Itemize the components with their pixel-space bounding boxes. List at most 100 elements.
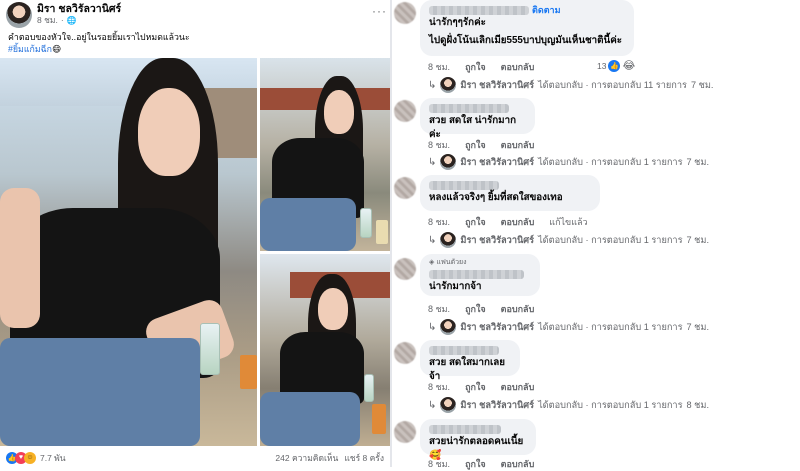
- comment-time[interactable]: 8 ชม.: [428, 302, 450, 316]
- author-mini-avatar: [440, 154, 457, 170]
- reply-arrow-icon: ↳: [428, 79, 437, 91]
- comments-count[interactable]: 242 ความคิดเห็น: [275, 451, 338, 465]
- like-reaction-icon: 👍: [608, 59, 621, 72]
- comment-text: หลงแล้วจริงๆ ยิ้มที่สดใสของเทอ: [429, 192, 563, 203]
- reply-summary-text: ได้ตอบกลับ · การตอบกลับ 1 รายการ: [538, 234, 683, 245]
- photo-top-right[interactable]: [260, 58, 390, 251]
- author-mini-avatar: [440, 232, 457, 248]
- reply-arrow-icon: ↳: [428, 234, 437, 246]
- comment-actions: 8 ชม. ถูกใจ ตอบกลับ แก้ไขแล้ว: [428, 215, 588, 229]
- commenter-avatar[interactable]: [394, 2, 416, 24]
- comment-bubble: ◈ แฟนตัวยง น่ารักมากจ้า: [420, 254, 540, 296]
- comment-actions: 8 ชม. ถูกใจ ตอบกลับ: [428, 457, 534, 471]
- comment-actions: 8 ชม. ถูกใจ ตอบกลับ: [428, 302, 534, 316]
- reply-author: มิรา ชลวิรัลวานิศร์: [460, 399, 535, 410]
- comment-time[interactable]: 8 ชม.: [428, 138, 450, 152]
- commenter-avatar[interactable]: [394, 177, 416, 199]
- commenter-name[interactable]: [429, 179, 591, 191]
- reply-button[interactable]: ตอบกลับ: [501, 380, 535, 394]
- post-meta: มิรา ชลวิรัลวานิศร์ 8 ชม. · 🌐: [37, 4, 121, 26]
- shares-count[interactable]: แชร์ 8 ครั้ง: [344, 451, 384, 465]
- top-fan-badge: ◈ แฟนตัวยง: [429, 259, 467, 266]
- photo-bottom-right[interactable]: [260, 254, 390, 446]
- reply-arrow-icon: ↳: [428, 156, 437, 168]
- comment-actions: 8 ชม. ถูกใจ ตอบกลับ: [428, 138, 534, 152]
- haha-reaction-icon: ☺: [24, 451, 36, 464]
- facebook-post: มิรา ชลวิรัลวานิศร์ 8 ชม. · 🌐 ··· คำตอบข…: [0, 0, 390, 467]
- post-time-row: 8 ชม. · 🌐: [37, 15, 77, 26]
- photo-grid: [0, 58, 390, 446]
- commenter-name[interactable]: [429, 268, 531, 280]
- footer-counts: 242 ความคิดเห็น แชร์ 8 ครั้ง: [275, 451, 384, 465]
- author-mini-avatar: [440, 77, 457, 93]
- hashtag-emoji: 😄: [51, 44, 62, 54]
- like-button[interactable]: ถูกใจ: [465, 138, 486, 152]
- reactions-count[interactable]: 7.7 พัน: [40, 451, 66, 465]
- like-button[interactable]: ถูกใจ: [465, 380, 486, 394]
- comment-time[interactable]: 8 ชม.: [428, 380, 450, 394]
- like-button[interactable]: ถูกใจ: [465, 215, 486, 229]
- like-button[interactable]: ถูกใจ: [465, 60, 486, 74]
- photo-main[interactable]: [0, 58, 257, 446]
- commenter-name[interactable]: [429, 344, 511, 356]
- reply-summary[interactable]: ↳ มิรา ชลวิรัลวานิศร์ ได้ตอบกลับ · การตอ…: [428, 154, 709, 170]
- reply-author: มิรา ชลวิรัลวานิศร์: [460, 321, 535, 332]
- author-mini-avatar: [440, 319, 457, 335]
- reply-summary-time: 7 ชม.: [686, 156, 710, 167]
- reply-button[interactable]: ตอบกลับ: [501, 60, 535, 74]
- globe-icon: 🌐: [66, 16, 77, 25]
- reply-arrow-icon: ↳: [428, 321, 437, 333]
- post-caption: คำตอบของหัวใจ..อยู่ในรอยยิ้มเราไปหมดแล้ว…: [8, 31, 190, 55]
- comment-bubble: สวย สดใส น่ารักมากค่ะ: [420, 98, 535, 140]
- reply-summary[interactable]: ↳ มิรา ชลวิรัลวานิศร์ ได้ตอบกลับ · การตอ…: [428, 232, 709, 248]
- reply-summary-time: 8 ชม.: [686, 399, 710, 410]
- commenter-avatar[interactable]: [394, 342, 416, 364]
- comment-bubble: สวยน่ารักตลอดคนเนี้ย🥰: [420, 419, 536, 461]
- commenter-avatar[interactable]: [394, 258, 416, 280]
- comment-time[interactable]: 8 ชม.: [428, 215, 450, 229]
- comments-panel: ติดตาม น่ารักๆๆรักค่ะ ไปดูฝั่งโน้นเลิกเม…: [392, 0, 800, 469]
- comment-bubble: หลงแล้วจริงๆ ยิ้มที่สดใสของเทอ: [420, 175, 600, 211]
- reply-summary[interactable]: ↳ มิรา ชลวิรัลวานิศร์ ได้ตอบกลับ · การตอ…: [428, 397, 709, 413]
- reply-button[interactable]: ตอบกลับ: [501, 302, 535, 316]
- comment-bubble: สวย สดใสมากเลยจ้า: [420, 340, 520, 382]
- comment-actions: 8 ชม. ถูกใจ ตอบกลับ: [428, 380, 534, 394]
- post-author-name[interactable]: มิรา ชลวิรัลวานิศร์: [37, 4, 121, 15]
- reply-author: มิรา ชลวิรัลวานิศร์: [460, 234, 535, 245]
- comment-reactions[interactable]: 13 👍 😂: [597, 59, 635, 72]
- commenter-avatar[interactable]: [394, 100, 416, 122]
- commenter-name[interactable]: [429, 102, 526, 114]
- reply-summary-text: ได้ตอบกลับ · การตอบกลับ 11 รายการ: [538, 79, 687, 90]
- reply-button[interactable]: ตอบกลับ: [501, 138, 535, 152]
- comment-time[interactable]: 8 ชม.: [428, 60, 450, 74]
- post-hashtag[interactable]: #ยิ้มแก้มฉีก: [8, 44, 52, 54]
- like-button[interactable]: ถูกใจ: [465, 457, 486, 471]
- post-footer: 👍 ♥ ☺ 7.7 พัน 242 ความคิดเห็น แชร์ 8 ครั…: [0, 448, 390, 467]
- post-header: มิรา ชลวิรัลวานิศร์ 8 ชม. · 🌐: [6, 2, 121, 28]
- edited-label: แก้ไขแล้ว: [549, 217, 588, 227]
- reply-summary[interactable]: ↳ มิรา ชลวิรัลวานิศร์ ได้ตอบกลับ · การตอ…: [428, 319, 709, 335]
- follow-link[interactable]: ติดตาม: [532, 5, 561, 15]
- comment-time[interactable]: 8 ชม.: [428, 457, 450, 471]
- commenter-name[interactable]: [429, 423, 527, 435]
- reply-summary-text: ได้ตอบกลับ · การตอบกลับ 1 รายการ: [538, 156, 683, 167]
- comment-text: น่ารักมากจ้า: [429, 281, 482, 292]
- post-time[interactable]: 8 ชม.: [37, 15, 58, 26]
- comment-text: น่ารักๆๆรักค่ะ: [429, 17, 486, 28]
- commenter-avatar[interactable]: [394, 421, 416, 443]
- reply-button[interactable]: ตอบกลับ: [501, 215, 535, 229]
- reply-summary-time: 7 ชม.: [686, 234, 710, 245]
- reply-summary[interactable]: ↳ มิรา ชลวิรัลวานิศร์ ได้ตอบกลับ · การตอ…: [428, 77, 713, 93]
- reply-summary-time: 7 ชม.: [690, 79, 714, 90]
- like-button[interactable]: ถูกใจ: [465, 302, 486, 316]
- more-options-icon[interactable]: ···: [372, 4, 387, 18]
- reply-author: มิรา ชลวิรัลวานิศร์: [460, 156, 535, 167]
- post-caption-text: คำตอบของหัวใจ..อยู่ในรอยยิ้มเราไปหมดแล้ว…: [8, 32, 190, 42]
- reply-arrow-icon: ↳: [428, 399, 437, 411]
- author-avatar[interactable]: [6, 2, 32, 28]
- reply-summary-time: 7 ชม.: [686, 321, 710, 332]
- reply-author: มิรา ชลวิรัลวานิศร์: [460, 79, 535, 90]
- reply-button[interactable]: ตอบกลับ: [501, 457, 535, 471]
- commenter-name[interactable]: ติดตาม: [429, 4, 625, 16]
- author-mini-avatar: [440, 397, 457, 413]
